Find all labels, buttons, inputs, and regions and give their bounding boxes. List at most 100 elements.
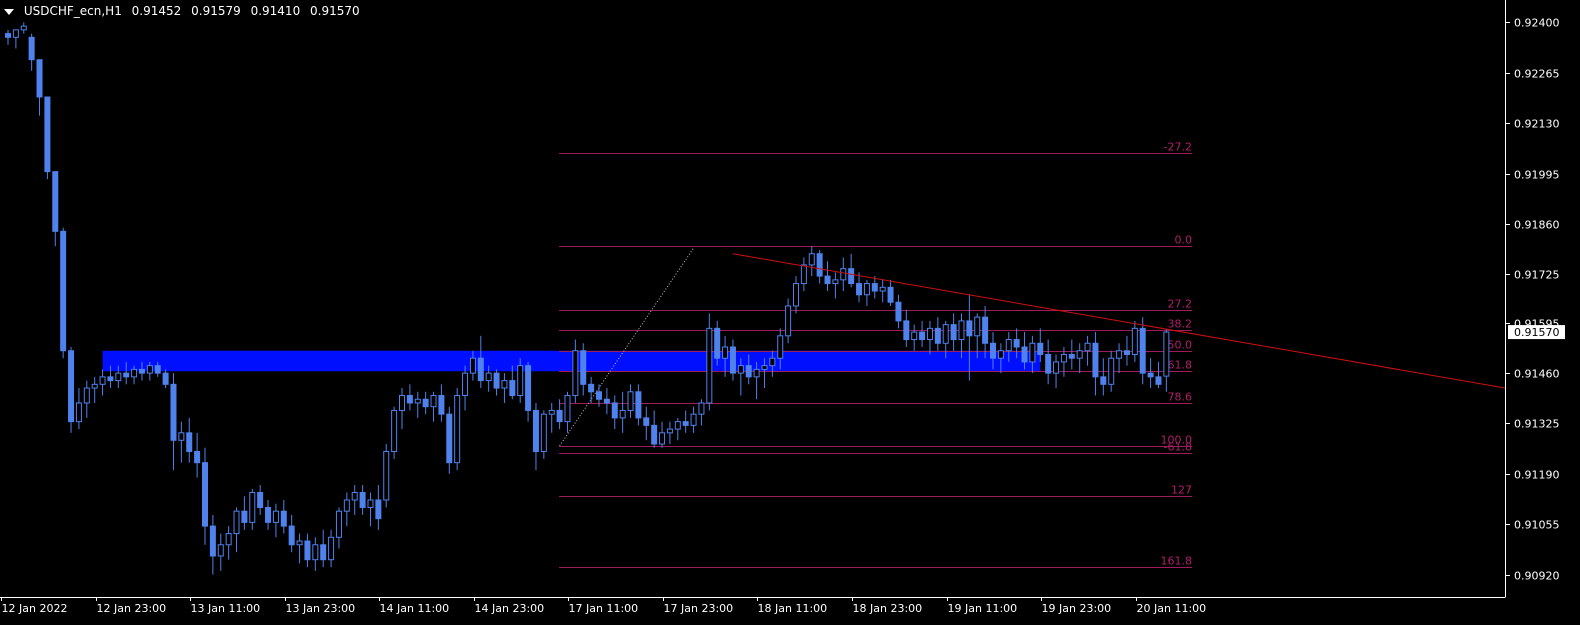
candle-body	[1076, 350, 1083, 359]
candle-body	[414, 398, 421, 404]
candle-body	[44, 96, 51, 173]
candle-body	[706, 327, 713, 404]
fib-anchor-line	[559, 247, 694, 447]
candle-body	[832, 279, 839, 285]
candle-body	[1155, 376, 1162, 385]
candle-body	[154, 365, 161, 374]
x-tick-label: 18 Jan 23:00	[853, 602, 923, 615]
candle-body	[359, 492, 366, 508]
candle-body	[1005, 339, 1012, 352]
candle-body	[950, 324, 957, 341]
y-tick-label: 0.91325	[1514, 418, 1560, 431]
candle-body	[343, 499, 350, 512]
candle-body	[312, 544, 319, 561]
candle-body	[690, 413, 697, 426]
candle-body	[446, 413, 453, 464]
fib-level-label: 61.8	[1168, 359, 1193, 372]
candle-body	[335, 510, 342, 538]
candle-body	[1037, 342, 1044, 355]
candle-body	[438, 395, 445, 415]
candle-body	[75, 402, 82, 423]
candle-body	[391, 409, 398, 452]
candle-body	[588, 383, 595, 393]
candle-body	[123, 372, 130, 378]
y-tick-label: 0.92130	[1514, 118, 1560, 131]
candle-body	[1092, 342, 1099, 378]
fib-level-label: 27.2	[1168, 298, 1193, 311]
candle-body	[12, 29, 19, 38]
candle-body	[793, 283, 799, 307]
candle-body	[1053, 361, 1060, 374]
y-tick-label: 0.90920	[1514, 570, 1560, 583]
candle-body	[501, 380, 508, 389]
fib-level-label: 50.0	[1168, 339, 1193, 352]
candle-body	[942, 324, 949, 344]
candle-body	[926, 327, 933, 341]
price-zone-rect	[102, 350, 1041, 372]
candle-body	[5, 33, 11, 38]
fib-level-label: 100.0	[1161, 434, 1193, 447]
candle-body	[596, 391, 602, 400]
y-tick-label: 0.91460	[1514, 368, 1560, 381]
x-tick-label: 13 Jan 11:00	[191, 602, 261, 615]
candle-body	[1013, 339, 1020, 348]
candle-body	[178, 432, 185, 441]
fib-level-label: 127	[1171, 484, 1192, 497]
candle-body	[115, 372, 122, 382]
fib-level-label: -27.2	[1164, 141, 1192, 154]
fib-level-label: 161.8	[1161, 555, 1193, 568]
candle-body	[375, 499, 382, 520]
candle-body	[643, 417, 650, 426]
x-tick-label: 17 Jan 23:00	[664, 602, 734, 615]
candle-body	[320, 544, 327, 561]
candle-body	[556, 409, 563, 423]
candle-body	[785, 305, 792, 337]
candle-body	[83, 387, 90, 404]
candle-body	[666, 428, 673, 434]
candle-body	[1068, 353, 1075, 359]
price-chart[interactable]: -61.8-27.20.027.238.250.061.878.6100.012…	[0, 0, 1580, 625]
candle-body	[399, 395, 405, 411]
y-tick-label: 0.91190	[1514, 469, 1560, 482]
candle-body	[982, 316, 989, 344]
x-tick-label: 13 Jan 23:00	[286, 602, 356, 615]
candle-body	[887, 286, 894, 303]
candle-body	[674, 421, 681, 430]
candle-body	[225, 533, 232, 546]
y-tick-label: 0.91055	[1514, 519, 1560, 532]
candle-body	[257, 492, 264, 508]
candle-body	[485, 372, 492, 382]
x-tick-label: 17 Jan 11:00	[569, 602, 639, 615]
candle-body	[974, 316, 981, 337]
candle-body	[422, 398, 429, 408]
candle-body	[856, 283, 863, 296]
candle-body	[572, 350, 579, 397]
candle-body	[1116, 350, 1123, 359]
candle-body	[871, 283, 878, 292]
x-tick-label: 14 Jan 23:00	[475, 602, 545, 615]
candle-body	[540, 413, 547, 452]
candle-body	[217, 544, 224, 557]
candle-body	[635, 391, 642, 419]
candle-body	[895, 301, 902, 322]
candle-body	[722, 346, 729, 359]
x-tick-label: 18 Jan 11:00	[758, 602, 828, 615]
candle-body	[280, 510, 287, 527]
candle-body	[351, 492, 358, 501]
candle-body	[28, 36, 35, 61]
candle-body	[1021, 346, 1028, 363]
candle-body	[383, 450, 390, 501]
candle-body	[911, 331, 918, 341]
candle-body	[919, 331, 926, 341]
candle-body	[903, 320, 910, 341]
candle-body	[619, 409, 626, 419]
candle-body	[170, 383, 177, 441]
candle-body	[659, 432, 666, 445]
candle-body	[698, 402, 705, 415]
candle-body	[769, 357, 776, 367]
candle-body	[107, 376, 114, 382]
y-tick-label: 0.91995	[1514, 169, 1560, 182]
fib-level-label: 38.2	[1168, 318, 1193, 331]
candle-body	[1084, 342, 1091, 352]
candle-body	[131, 368, 138, 378]
